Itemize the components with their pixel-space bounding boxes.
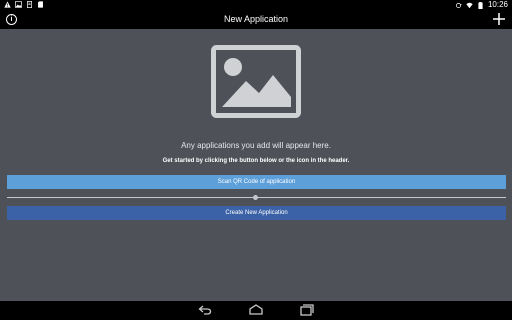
app-header: i New Application bbox=[0, 10, 512, 29]
page-title: New Application bbox=[223, 14, 289, 24]
empty-state-message: Any applications you add will appear her… bbox=[181, 141, 331, 150]
main-content: Any applications you add will appear her… bbox=[0, 29, 512, 301]
hint-message: Get started by clicking the button below… bbox=[162, 158, 350, 164]
plus-icon[interactable] bbox=[492, 12, 506, 26]
image-placeholder-icon bbox=[211, 45, 301, 118]
wifi-icon bbox=[466, 2, 473, 8]
status-notifications bbox=[4, 1, 44, 8]
status-time: 10:26 bbox=[487, 0, 508, 9]
recent-apps-icon[interactable] bbox=[300, 304, 314, 316]
photo-icon bbox=[15, 1, 22, 8]
create-application-button[interactable]: Create New Application bbox=[7, 206, 506, 220]
sync-icon bbox=[456, 2, 462, 8]
divider-dot bbox=[253, 195, 258, 200]
home-icon[interactable] bbox=[249, 304, 263, 316]
status-bar: 10:26 bbox=[0, 0, 512, 10]
status-system: 10:26 bbox=[455, 0, 508, 10]
sd-card-icon bbox=[38, 1, 43, 8]
scan-qr-button[interactable]: Scan QR Code of application bbox=[7, 175, 506, 189]
navigation-bar bbox=[0, 301, 512, 320]
warning-icon bbox=[4, 1, 11, 8]
document-icon bbox=[27, 1, 32, 8]
battery-icon bbox=[478, 1, 483, 9]
back-icon[interactable] bbox=[198, 304, 212, 316]
